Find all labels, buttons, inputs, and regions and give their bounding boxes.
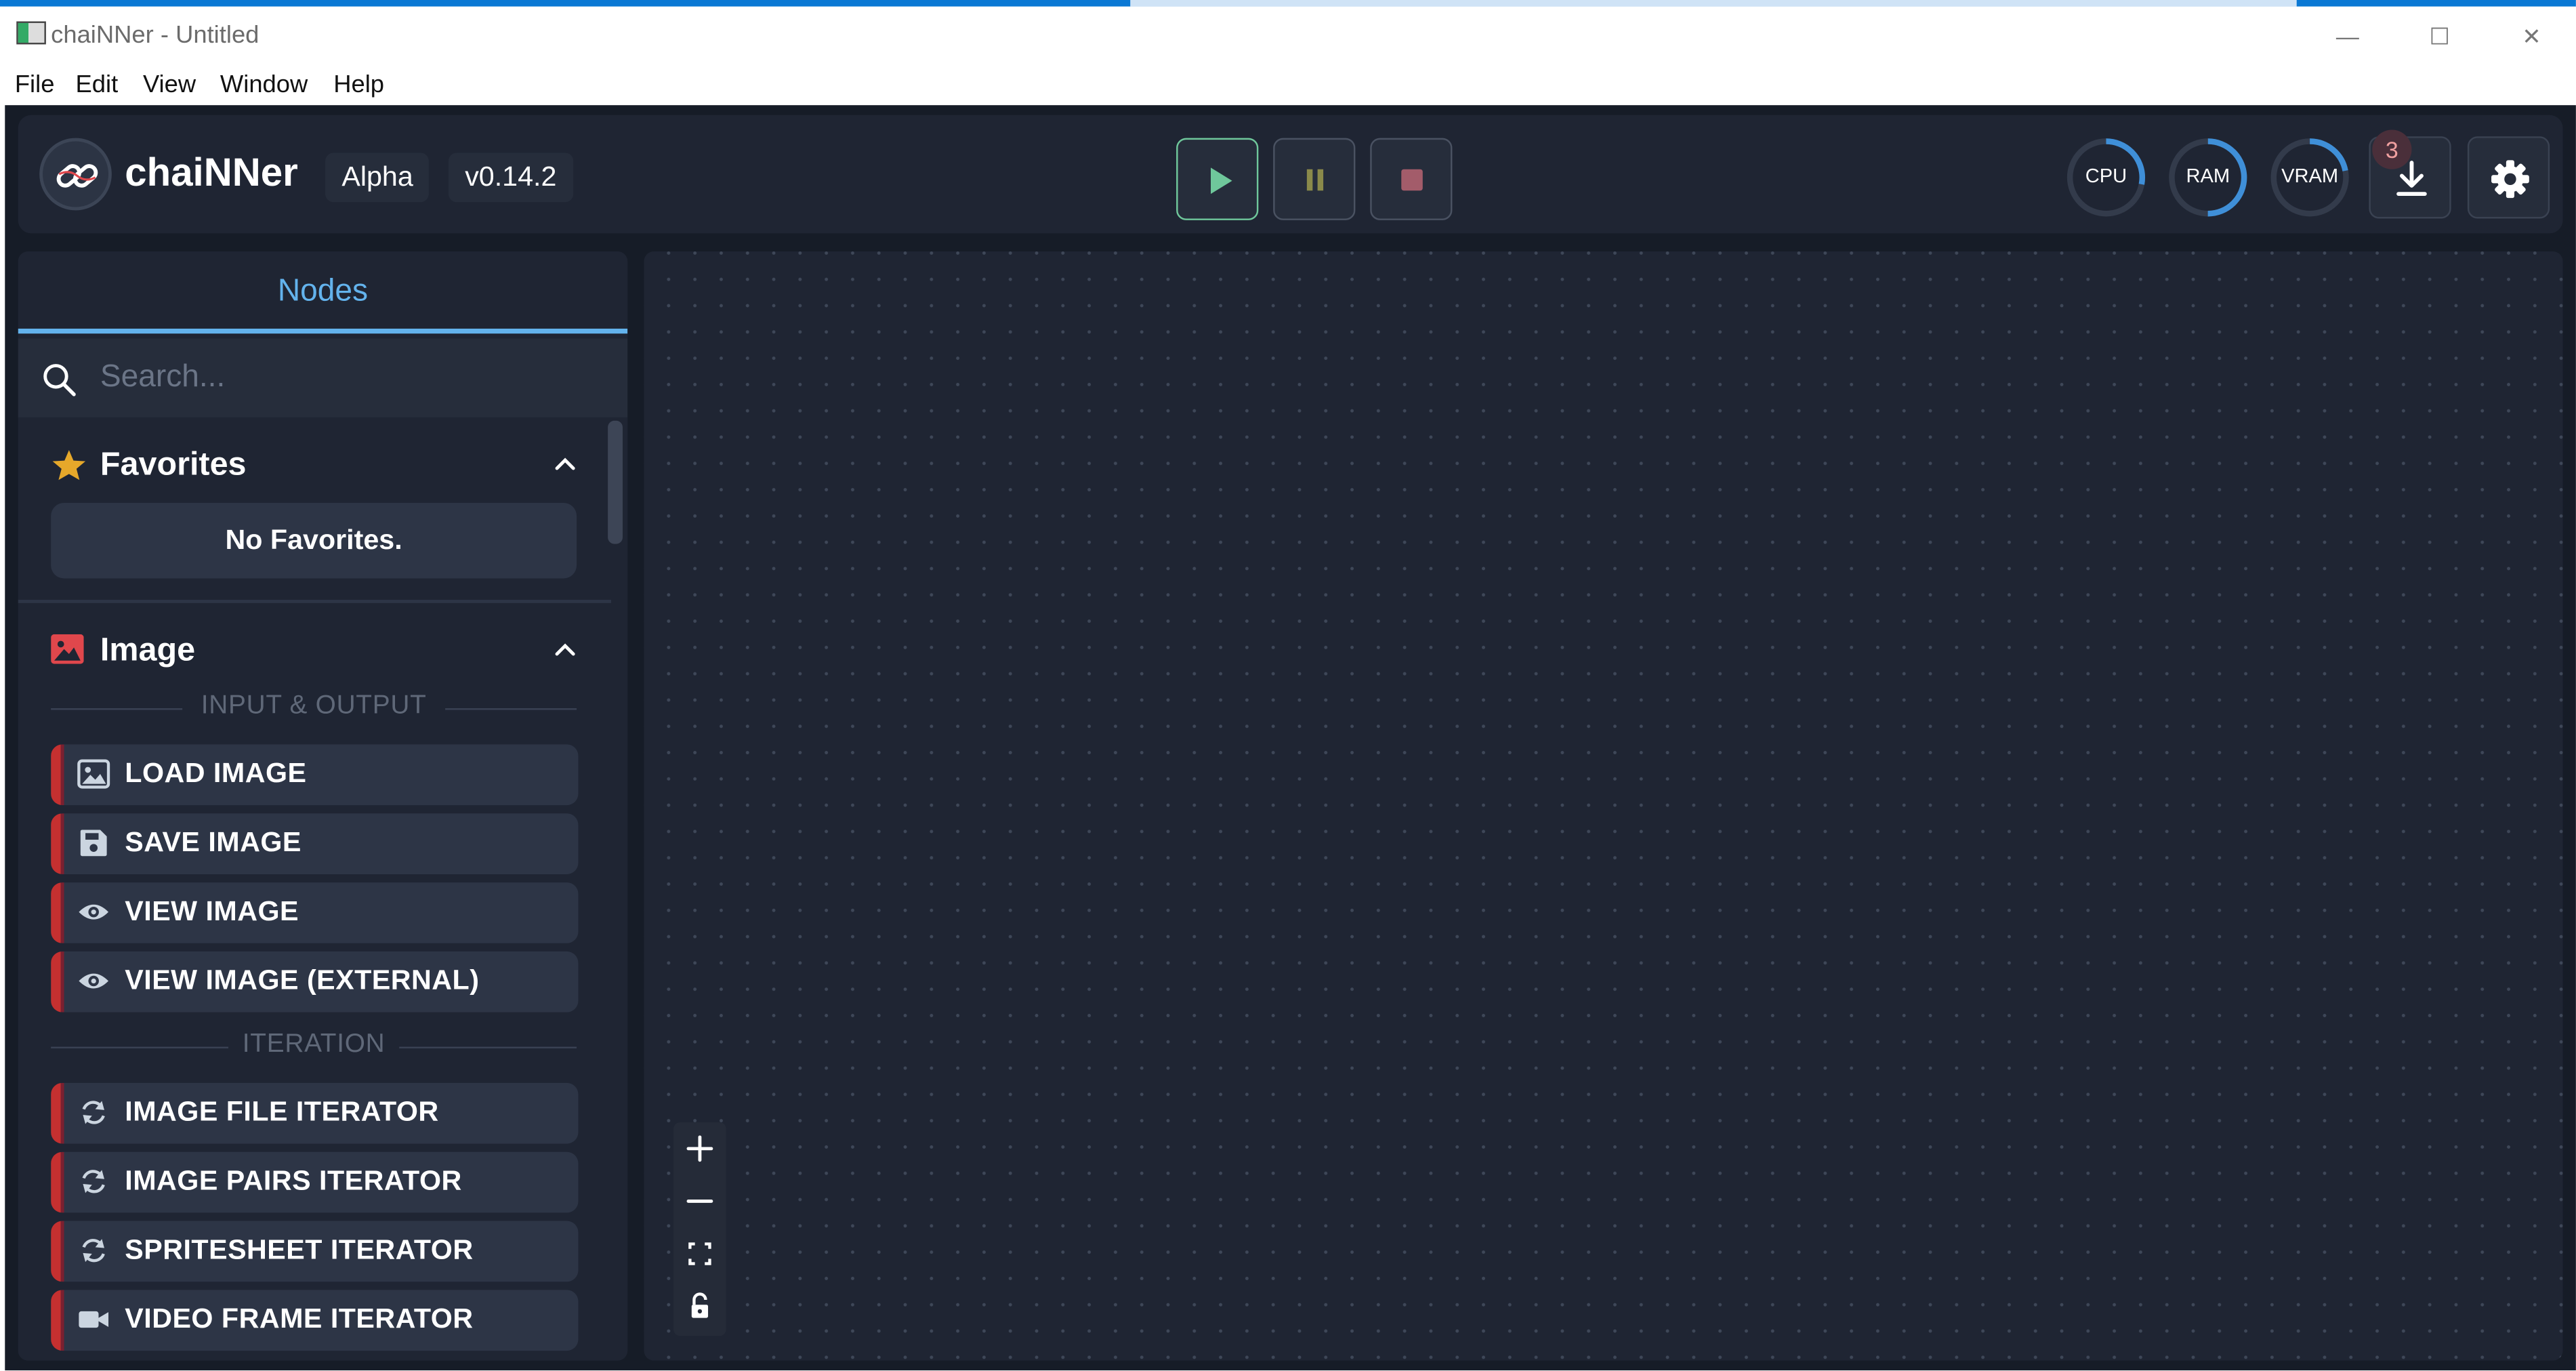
maximize-button[interactable]: ☐ bbox=[2417, 20, 2463, 52]
refresh-icon bbox=[82, 1101, 105, 1124]
no-favorites-message: No Favorites. bbox=[51, 502, 577, 579]
refresh-icon bbox=[82, 1239, 105, 1263]
gear-icon bbox=[2491, 160, 2529, 199]
chevron-up-icon[interactable] bbox=[550, 450, 580, 480]
stop-icon bbox=[1401, 169, 1423, 191]
app-root: chaiNNer Alpha v0.14.2 CPU RAM VRAM 3 No… bbox=[5, 105, 2576, 1371]
play-icon bbox=[1211, 167, 1232, 195]
group-label-input-output: INPUT & OUTPUT bbox=[51, 692, 577, 724]
favorites-header[interactable]: Favorites bbox=[51, 441, 577, 490]
node-save-image[interactable]: SAVE IMAGE bbox=[51, 813, 579, 874]
refresh-icon bbox=[82, 1170, 105, 1193]
image-icon bbox=[77, 759, 110, 789]
plus-icon bbox=[686, 1135, 713, 1162]
node-view-image-external[interactable]: VIEW IMAGE (EXTERNAL) bbox=[51, 951, 579, 1012]
fit-view-button[interactable] bbox=[673, 1227, 726, 1280]
node-label: VIEW IMAGE bbox=[125, 895, 299, 927]
group-label-text: ITERATION bbox=[242, 1030, 386, 1059]
node-label: IMAGE PAIRS ITERATOR bbox=[125, 1165, 462, 1197]
menu-edit[interactable]: Edit bbox=[76, 70, 119, 98]
cpu-label: CPU bbox=[2085, 164, 2127, 188]
pause-icon bbox=[1306, 169, 1324, 191]
search-input[interactable] bbox=[100, 351, 594, 405]
brand-name: chaiNNer bbox=[125, 151, 298, 196]
star-icon bbox=[52, 450, 86, 480]
favorites-title: Favorites bbox=[100, 447, 247, 483]
node-label: LOAD IMAGE bbox=[125, 757, 307, 789]
app-window-icon bbox=[16, 21, 46, 45]
ram-label: RAM bbox=[2186, 164, 2230, 188]
window-titlebar: chaiNNer - Untitled — ☐ ✕ bbox=[0, 6, 2576, 66]
vram-label: VRAM bbox=[2281, 164, 2339, 188]
node-label: SPRITESHEET ITERATOR bbox=[125, 1233, 474, 1266]
floppy-disk-icon bbox=[80, 830, 107, 857]
node-view-image[interactable]: VIEW IMAGE bbox=[51, 882, 579, 943]
search-icon bbox=[43, 364, 76, 396]
app-header: chaiNNer Alpha v0.14.2 CPU RAM VRAM 3 bbox=[18, 115, 2563, 234]
node-image-pairs-iterator[interactable]: IMAGE PAIRS ITERATOR bbox=[51, 1151, 579, 1213]
image-category-title: Image bbox=[100, 632, 196, 669]
node-sidebar: Nodes Favorites No Favorites. bbox=[18, 251, 628, 1361]
menu-window[interactable]: Window bbox=[220, 70, 308, 98]
channel-badge: Alpha bbox=[325, 152, 430, 203]
vram-gauge: VRAM bbox=[2269, 136, 2351, 218]
chainner-logo bbox=[39, 138, 112, 211]
node-label: SAVE IMAGE bbox=[125, 826, 302, 858]
eye-icon bbox=[79, 973, 109, 989]
close-button[interactable]: ✕ bbox=[2509, 20, 2555, 52]
image-category-header[interactable]: Image bbox=[51, 626, 577, 676]
run-button[interactable] bbox=[1176, 138, 1259, 220]
image-category-icon bbox=[51, 634, 84, 664]
minimize-button[interactable]: — bbox=[2325, 20, 2371, 52]
minus-icon bbox=[686, 1200, 713, 1203]
node-label: VIDEO FRAME ITERATOR bbox=[125, 1303, 474, 1334]
chain-link-icon bbox=[56, 164, 98, 188]
node-spritesheet-iterator[interactable]: SPRITESHEET ITERATOR bbox=[51, 1221, 579, 1282]
node-editor-canvas[interactable] bbox=[644, 251, 2563, 1361]
node-label: VIEW IMAGE (EXTERNAL) bbox=[125, 964, 480, 996]
version-badge: v0.14.2 bbox=[448, 152, 573, 203]
unlock-icon bbox=[691, 1292, 709, 1318]
node-label: IMAGE FILE ITERATOR bbox=[125, 1096, 439, 1128]
ram-gauge: RAM bbox=[2167, 136, 2249, 218]
menu-bar: File Edit View Window Help bbox=[0, 65, 2576, 106]
lock-button[interactable] bbox=[673, 1280, 726, 1333]
menu-view[interactable]: View bbox=[143, 70, 196, 98]
menu-help[interactable]: Help bbox=[333, 70, 384, 98]
video-camera-icon bbox=[79, 1311, 109, 1328]
zoom-out-button[interactable] bbox=[673, 1175, 726, 1228]
window-title: chaiNNer - Untitled bbox=[51, 21, 259, 49]
zoom-controls bbox=[673, 1122, 726, 1336]
menu-file[interactable]: File bbox=[15, 70, 55, 98]
group-label-iteration: ITERATION bbox=[51, 1030, 577, 1063]
section-divider bbox=[18, 600, 611, 603]
eye-icon bbox=[79, 904, 109, 920]
settings-button[interactable] bbox=[2467, 136, 2550, 219]
group-label-text: INPUT & OUTPUT bbox=[201, 691, 427, 720]
stop-button[interactable] bbox=[1370, 138, 1453, 220]
tab-nodes[interactable]: Nodes bbox=[18, 251, 628, 334]
pause-button[interactable] bbox=[1273, 138, 1356, 220]
fit-view-icon bbox=[688, 1242, 711, 1265]
zoom-in-button[interactable] bbox=[673, 1122, 726, 1175]
window-accent-strip bbox=[0, 0, 2576, 7]
sidebar-scrollbar[interactable] bbox=[608, 420, 623, 544]
node-load-image[interactable]: LOAD IMAGE bbox=[51, 744, 579, 806]
node-video-frame-iterator[interactable]: VIDEO FRAME ITERATOR bbox=[51, 1290, 579, 1351]
notification-badge: 3 bbox=[2372, 129, 2412, 169]
chevron-up-icon[interactable] bbox=[550, 636, 580, 666]
cpu-gauge: CPU bbox=[2065, 136, 2147, 218]
node-image-file-iterator[interactable]: IMAGE FILE ITERATOR bbox=[51, 1082, 579, 1144]
node-search bbox=[18, 338, 628, 417]
